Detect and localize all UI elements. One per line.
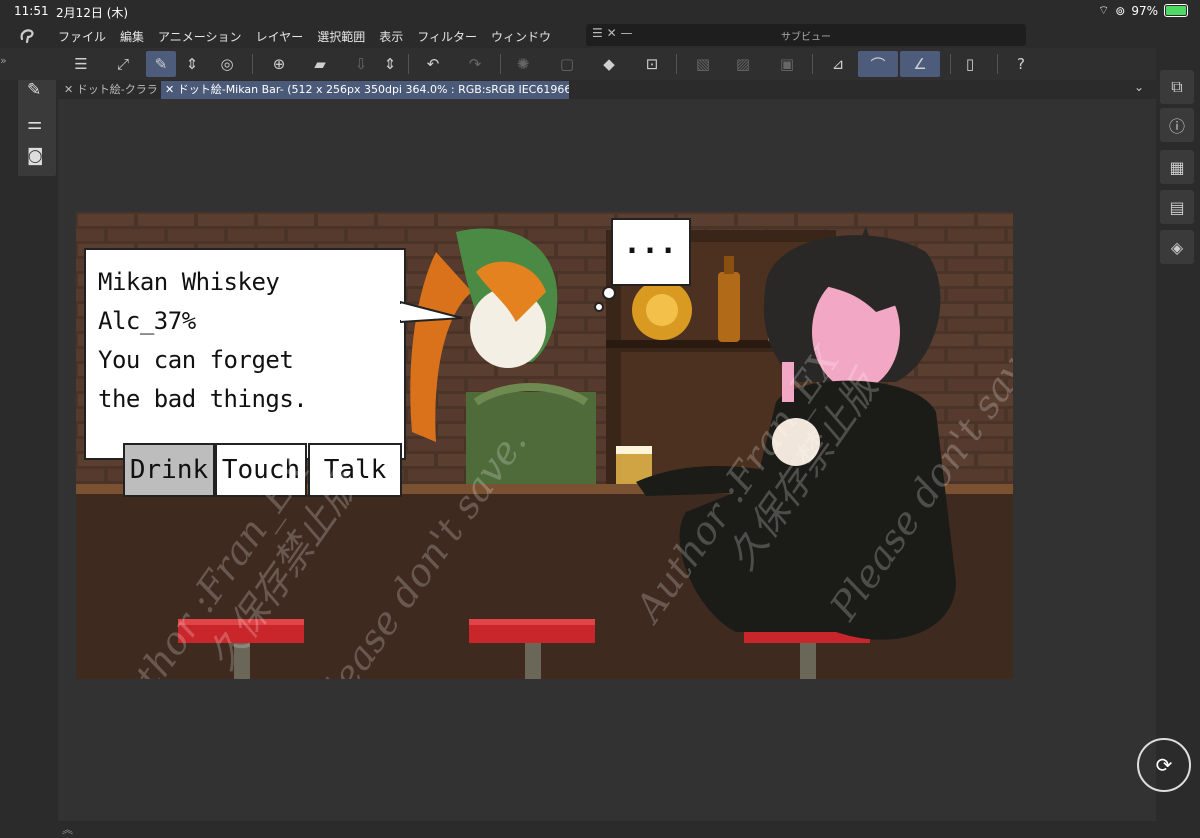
thought-bubble: ... — [611, 218, 691, 286]
tab-label: ドット絵-クララ — [76, 83, 158, 96]
crop-icon[interactable]: ▣ — [772, 51, 802, 77]
dialog-line-4: the bad things. — [98, 385, 308, 413]
menu-filter[interactable]: フィルター — [417, 28, 477, 45]
right-panel: ⧉ ⓘ ▦ ▤ ◈ — [1156, 48, 1200, 838]
choice-drink-button[interactable]: Drink — [123, 443, 215, 497]
separator — [950, 54, 951, 74]
document-tabs: ✕ ドット絵-クララ ✕ ドット絵-Mikan Bar- (512 x 256p… — [58, 80, 1156, 99]
status-right: ⌔ ⊚ 97% — [1098, 3, 1188, 18]
subview-controls[interactable]: ☰ ✕ — — [592, 26, 632, 40]
sync-icon[interactable]: ⟳ — [1137, 738, 1191, 792]
clear-icon[interactable]: ▧ — [688, 51, 718, 77]
menu-animation[interactable]: アニメーション — [158, 28, 242, 45]
subview-panel[interactable]: ☰ ✕ — サブビュー — [586, 24, 1026, 46]
device-icon[interactable]: ▯ — [955, 51, 985, 77]
snap-line-icon[interactable]: ∠ — [900, 51, 940, 77]
dialog-tail — [400, 300, 463, 324]
separator — [676, 54, 677, 74]
sliders-icon[interactable]: ⚌ — [27, 114, 42, 134]
thought-dot — [594, 302, 604, 312]
rotation-lock-icon: ⊚ — [1115, 3, 1126, 18]
menu-file[interactable]: ファイル — [58, 28, 106, 45]
redo-icon[interactable]: ↷ — [460, 51, 490, 77]
menu-view[interactable]: 表示 — [379, 28, 403, 45]
edit-mode-icon[interactable]: ✎ — [146, 51, 176, 77]
status-date: 2月12日 (木) — [56, 6, 129, 20]
transform-icon[interactable]: ⊡ — [637, 51, 667, 77]
clear-outside-icon[interactable]: ▨ — [728, 51, 758, 77]
snap-icon[interactable]: ⌒ — [858, 51, 898, 77]
timeline-icon[interactable]: ▦ — [1160, 150, 1194, 184]
subview-title: サブビュー — [781, 32, 831, 43]
menu-window[interactable]: ウィンドウ — [491, 28, 551, 45]
dialog-line-1: Mikan Whiskey — [98, 268, 280, 296]
ruler-icon[interactable]: ⊿ — [823, 51, 853, 77]
tab-label: ドット絵-Mikan Bar- (512 x 256px 350dpi 364.… — [177, 83, 569, 96]
fullscreen-icon[interactable]: ⤢ — [108, 51, 138, 77]
properties-icon[interactable]: ▤ — [1160, 190, 1194, 224]
record-icon[interactable]: ◎ — [212, 51, 242, 77]
expand-bottom-icon[interactable]: ︽ — [62, 821, 73, 837]
separator — [408, 54, 409, 74]
status-bar: 11:51 2月12日 (木) ⌔ ⊚ 97% — [0, 0, 1200, 24]
color-icon[interactable]: ◙ — [27, 146, 44, 166]
menu-layer[interactable]: レイヤー — [256, 28, 304, 45]
help-icon[interactable]: ? — [1006, 51, 1036, 77]
menu-selection[interactable]: 選択範囲 — [317, 28, 365, 45]
layers-icon[interactable]: ◈ — [1160, 230, 1194, 264]
new-file-icon[interactable]: ⊕ — [264, 51, 294, 77]
undo-icon[interactable]: ↶ — [418, 51, 448, 77]
expand-icon[interactable]: » — [0, 54, 7, 67]
clip-studio-logo-icon[interactable] — [18, 27, 36, 45]
open-folder-icon[interactable]: ▰ — [305, 51, 335, 77]
thought-dot — [602, 286, 616, 300]
wifi-icon: ⌔ — [1097, 3, 1110, 17]
fill-icon[interactable]: ◆ — [594, 51, 624, 77]
artwork-canvas[interactable]: Mikan Whiskey Alc_37% You can forget the… — [76, 212, 1013, 679]
thought-text: ... — [623, 226, 678, 261]
status-time: 11:51 — [14, 4, 49, 18]
pen-tool-icon[interactable]: ✎ — [27, 80, 41, 100]
tool-palette: ✎ ⚌ ◙ — [18, 74, 56, 176]
dialog-line-2: Alc_37% — [98, 307, 196, 335]
bottom-bar: ︽ — [58, 821, 1156, 838]
dialog-line-3: You can forget — [98, 346, 294, 374]
menu-icon[interactable]: ☰ — [66, 51, 96, 77]
battery-percent: 97% — [1131, 3, 1158, 18]
menu-edit[interactable]: 編集 — [120, 28, 144, 45]
tab-clara[interactable]: ✕ ドット絵-クララ — [60, 81, 164, 99]
separator — [812, 54, 813, 74]
save-chevron-icon[interactable]: ⇕ — [380, 51, 400, 77]
tabs-dropdown-icon[interactable]: ⌄ — [1134, 80, 1144, 94]
select-all-icon[interactable]: ▢ — [552, 51, 582, 77]
tab-mikan-bar[interactable]: ✕ ドット絵-Mikan Bar- (512 x 256px 350dpi 36… — [161, 81, 569, 99]
loading-icon[interactable]: ✺ — [508, 51, 538, 77]
separator — [252, 54, 253, 74]
menu-items: ファイル 編集 アニメーション レイヤー 選択範囲 表示 フィルター ウィンドウ — [58, 28, 551, 45]
save-icon[interactable]: ⇩ — [346, 51, 376, 77]
dialog-box: Mikan Whiskey Alc_37% You can forget the… — [84, 248, 406, 460]
separator — [997, 54, 998, 74]
info-icon[interactable]: ⓘ — [1160, 108, 1194, 142]
mode-chevron-icon[interactable]: ⇕ — [182, 51, 202, 77]
separator — [500, 54, 501, 74]
toolbar: » ☰ ⤢ ✎ ⇕ ◎ ⊕ ▰ ⇩ ⇕ ↶ ↷ ✺ ▢ ◆ ⊡ ▧ ▨ ▣ ⊿ … — [0, 48, 1200, 80]
layer-property-icon[interactable]: ⧉ — [1160, 70, 1194, 104]
battery-icon — [1164, 4, 1188, 17]
